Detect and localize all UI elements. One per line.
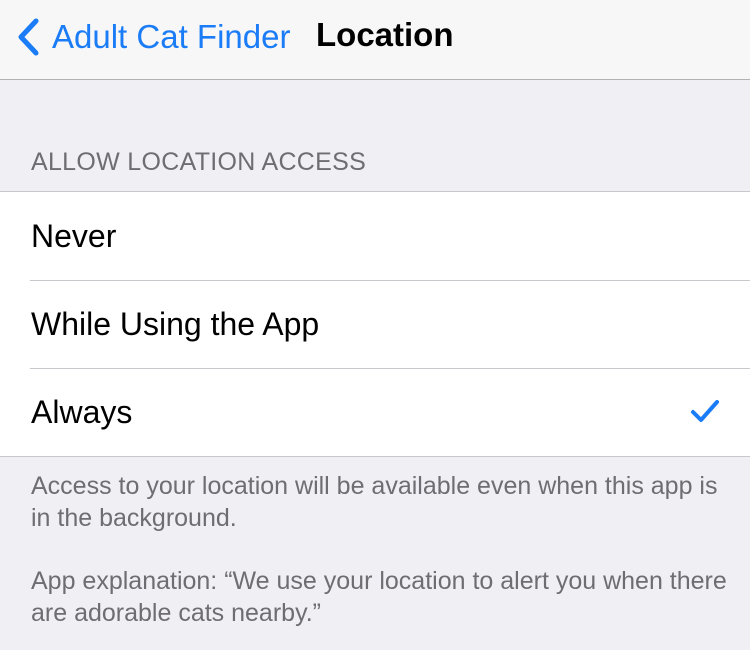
background-access-note: Access to your location will be availabl… xyxy=(31,472,718,532)
option-label: While Using the App xyxy=(31,305,320,342)
page-title: Location xyxy=(316,16,454,53)
option-always[interactable]: Always xyxy=(0,368,750,456)
back-button-label: Adult Cat Finder xyxy=(52,18,291,55)
checkmark-icon xyxy=(690,398,720,424)
option-while-using-the-app[interactable]: While Using the App xyxy=(0,280,750,368)
chevron-left-icon xyxy=(14,15,42,59)
location-access-options: Never While Using the App Always xyxy=(0,191,750,457)
app-explanation: App explanation: “We use your location t… xyxy=(31,567,727,627)
back-button[interactable]: Adult Cat Finder xyxy=(14,10,290,64)
navigation-bar: Adult Cat Finder Location xyxy=(0,0,750,80)
option-label: Never xyxy=(31,217,117,254)
location-settings-screen: Adult Cat Finder Location ALLOW LOCATION… xyxy=(0,0,750,650)
option-label: Always xyxy=(31,393,133,430)
section-header: ALLOW LOCATION ACCESS xyxy=(31,148,367,176)
option-never[interactable]: Never xyxy=(0,192,750,280)
